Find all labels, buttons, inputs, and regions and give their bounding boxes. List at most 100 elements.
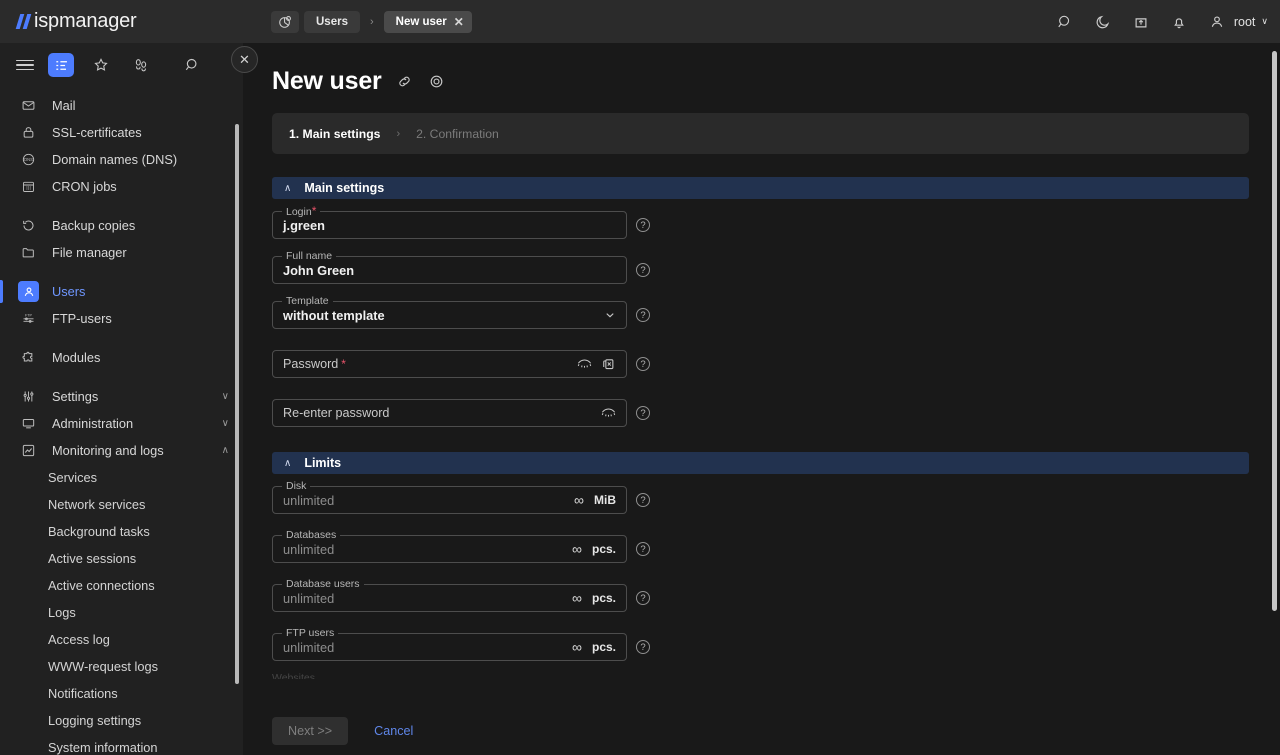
next-button[interactable]: Next >>	[272, 717, 349, 745]
infinity-toggle-icon[interactable]: ∞	[572, 639, 582, 655]
hamburger-menu-icon[interactable]	[16, 59, 34, 71]
main-scrollbar[interactable]	[1272, 51, 1277, 611]
eye-icon[interactable]	[601, 407, 616, 419]
step-main-settings[interactable]: 1. Main settings	[289, 127, 380, 141]
field-row-login: Login* j.green ?	[243, 205, 1280, 239]
help-icon[interactable]: ?	[636, 493, 650, 507]
sidebar-item-mail[interactable]: Mail	[0, 92, 243, 119]
field-spacer	[243, 514, 1280, 535]
field-label: FTP users	[282, 627, 339, 639]
breadcrumb: Users › New user ✕	[271, 10, 472, 33]
step-confirmation[interactable]: 2. Confirmation	[416, 127, 499, 141]
sidebar-item-settings[interactable]: Settings ∨	[0, 383, 243, 410]
field-value: unlimited	[283, 541, 335, 557]
sidebar-subitem-services[interactable]: Services	[0, 464, 243, 491]
upload-box-icon[interactable]	[1130, 11, 1152, 33]
app-logo[interactable]: ispmanager	[0, 0, 243, 43]
sidebar-item-domain-names[interactable]: DNS Domain names (DNS)	[0, 146, 243, 173]
sidebar-item-ssl-certificates[interactable]: SSL-certificates	[0, 119, 243, 146]
chevron-up-icon: ∧	[284, 457, 292, 469]
section-header-limits[interactable]: ∧ Limits	[272, 452, 1249, 474]
section-title: Limits	[304, 456, 342, 470]
sidebar-search-icon[interactable]	[179, 53, 205, 77]
close-icon[interactable]: ✕	[454, 16, 464, 28]
chevron-down-icon[interactable]	[604, 309, 616, 321]
sidebar-item-users[interactable]: Users	[0, 278, 243, 305]
database-users-limit-field[interactable]: Database users unlimited ∞ pcs.	[272, 578, 627, 612]
sidebar-divider	[0, 266, 243, 278]
sidebar-item-monitoring-and-logs[interactable]: Monitoring and logs ∧	[0, 437, 243, 464]
moon-icon[interactable]	[1092, 11, 1114, 33]
pie-chart-icon[interactable]	[271, 10, 299, 33]
search-icon[interactable]	[1054, 11, 1076, 33]
sidebar-item-ftp-users[interactable]: FTP FTP-users	[0, 305, 243, 332]
sidebar-subitem-www-request-logs[interactable]: WWW-request logs	[0, 653, 243, 680]
target-icon[interactable]	[428, 73, 446, 91]
sidebar-item-backup-copies[interactable]: Backup copies	[0, 212, 243, 239]
help-icon[interactable]: ?	[636, 542, 650, 556]
databases-limit-field[interactable]: Databases unlimited ∞ pcs.	[272, 529, 627, 563]
logo-slashes-icon	[15, 13, 32, 31]
sidebar-subitem-logs[interactable]: Logs	[0, 599, 243, 626]
infinity-toggle-icon[interactable]: ∞	[572, 590, 582, 606]
sidebar-subitem-system-information[interactable]: System information	[0, 734, 243, 755]
sidebar-subitem-logging-settings[interactable]: Logging settings	[0, 707, 243, 734]
password-field[interactable]: Password *	[272, 350, 627, 378]
help-icon[interactable]: ?	[636, 591, 650, 605]
link-icon[interactable]	[396, 73, 414, 91]
full-name-field[interactable]: Full name John Green	[272, 250, 627, 284]
sidebar-close-button[interactable]: ✕	[231, 46, 258, 73]
sidebar-subitem-label: Access log	[48, 632, 110, 647]
page-header: New user	[243, 43, 1280, 96]
infinity-toggle-icon[interactable]: ∞	[572, 541, 582, 557]
footsteps-icon[interactable]	[128, 53, 154, 77]
reenter-password-field[interactable]: Re-enter password	[272, 399, 627, 427]
field-row-password: Password * ?	[243, 350, 1280, 378]
generate-password-icon[interactable]	[602, 357, 616, 371]
field-spacer	[243, 284, 1280, 301]
help-icon[interactable]: ?	[636, 357, 650, 371]
login-field[interactable]: Login* j.green	[272, 205, 627, 239]
sidebar-item-file-manager[interactable]: File manager	[0, 239, 243, 266]
help-icon[interactable]: ?	[636, 406, 650, 420]
sidebar-scroll-area: Mail SSL-certificates DNS Domain names (…	[0, 87, 243, 755]
sidebar-subitem-label: Services	[48, 470, 98, 485]
menu-list-icon[interactable]	[48, 53, 74, 77]
eye-icon[interactable]	[577, 358, 592, 370]
field-value: j.green	[283, 217, 325, 233]
sidebar-subitem-access-log[interactable]: Access log	[0, 626, 243, 653]
breadcrumb-item-new-user[interactable]: New user ✕	[383, 10, 472, 33]
breadcrumb-item-users[interactable]: Users	[304, 10, 360, 33]
sidebar-scrollbar[interactable]	[235, 124, 239, 684]
sidebar-subitem-active-connections[interactable]: Active connections	[0, 572, 243, 599]
template-select[interactable]: Template without template	[272, 295, 627, 329]
help-icon[interactable]: ?	[636, 640, 650, 654]
sidebar-subitem-notifications[interactable]: Notifications	[0, 680, 243, 707]
dns-icon: DNS	[18, 149, 39, 170]
logo-text: ispmanager	[34, 10, 137, 32]
star-icon[interactable]	[88, 53, 114, 77]
bell-icon[interactable]	[1168, 11, 1190, 33]
sidebar-item-administration[interactable]: Administration ∨	[0, 410, 243, 437]
sidebar-subitem-background-tasks[interactable]: Background tasks	[0, 518, 243, 545]
sidebar-subitem-label: Logs	[48, 605, 76, 620]
disk-limit-field[interactable]: Disk unlimited ∞ MiB	[272, 480, 627, 514]
field-unit: pcs.	[591, 591, 616, 605]
clipped-next-field-label: Websites	[272, 672, 315, 679]
help-icon[interactable]: ?	[636, 218, 650, 232]
sidebar-item-label: FTP-users	[52, 311, 112, 326]
help-icon[interactable]: ?	[636, 308, 650, 322]
sidebar-item-cron-jobs[interactable]: CRON jobs	[0, 173, 243, 200]
sidebar-subitem-network-services[interactable]: Network services	[0, 491, 243, 518]
sidebar-item-modules[interactable]: Modules	[0, 344, 243, 371]
infinity-toggle-icon[interactable]: ∞	[574, 492, 584, 508]
cancel-button[interactable]: Cancel	[374, 724, 413, 738]
help-icon[interactable]: ?	[636, 263, 650, 277]
ftp-users-limit-field[interactable]: FTP users unlimited ∞ pcs.	[272, 627, 627, 661]
sidebar-subitem-active-sessions[interactable]: Active sessions	[0, 545, 243, 572]
sliders-icon	[18, 386, 39, 407]
section-header-main-settings[interactable]: ∧ Main settings	[272, 177, 1249, 199]
sidebar-item-label: Users	[52, 284, 86, 299]
user-menu[interactable]: root ∨	[1206, 11, 1268, 33]
svg-text:FTP: FTP	[25, 314, 32, 318]
